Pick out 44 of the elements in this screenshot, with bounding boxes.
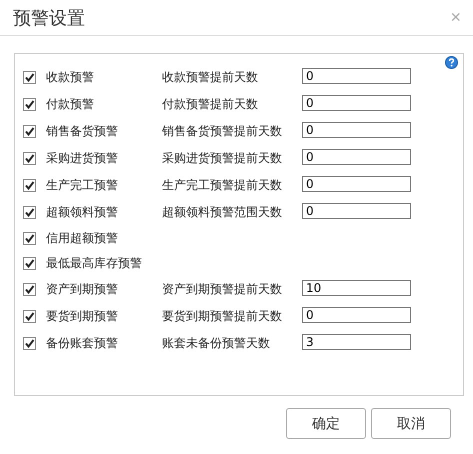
days-input[interactable]: 0 xyxy=(302,148,411,164)
days-input[interactable]: 10 xyxy=(302,280,411,296)
days-label: 资产到期预警提前天数 xyxy=(162,281,283,298)
days-label: 收款预警提前天数 xyxy=(162,69,259,86)
checkbox[interactable] xyxy=(23,232,36,245)
cancel-button[interactable]: 取消 xyxy=(371,408,451,439)
days-label: 生产完工预警提前天数 xyxy=(162,177,283,194)
checkbox-label: 销售备货预警 xyxy=(46,123,119,140)
checkbox-label: 要货到期预警 xyxy=(46,308,119,325)
checkbox-label: 采购进货预警 xyxy=(46,150,119,167)
days-input[interactable]: 0 xyxy=(302,94,411,110)
days-input[interactable]: 0 xyxy=(302,202,411,218)
checkbox-label: 资产到期预警 xyxy=(46,281,119,298)
checkbox-label: 最低最高库存预警 xyxy=(46,255,143,272)
checkbox[interactable] xyxy=(23,98,36,111)
checkbox-label: 收款预警 xyxy=(46,69,95,86)
checkbox-label: 生产完工预警 xyxy=(46,177,119,194)
help-icon[interactable] xyxy=(445,56,458,69)
days-label: 销售备货预警提前天数 xyxy=(162,123,283,140)
days-input[interactable]: 0 xyxy=(302,306,411,322)
checkbox[interactable] xyxy=(23,283,36,296)
checkbox[interactable] xyxy=(23,152,36,165)
checkbox[interactable] xyxy=(23,206,36,219)
checkbox-label: 超额领料预警 xyxy=(46,204,119,221)
window-title: 预警设置 xyxy=(13,6,85,30)
days-label: 付款预警提前天数 xyxy=(162,96,259,113)
days-label: 超额领料预警范围天数 xyxy=(162,204,283,221)
checkbox-label: 付款预警 xyxy=(46,96,95,113)
checkbox[interactable] xyxy=(23,310,36,323)
days-input[interactable]: 0 xyxy=(302,122,411,138)
checkbox[interactable] xyxy=(23,257,36,270)
checkbox-label: 备份账套预警 xyxy=(46,335,119,352)
days-label: 要货到期预警提前天数 xyxy=(162,308,283,325)
days-input[interactable]: 0 xyxy=(302,176,411,192)
days-input[interactable]: 3 xyxy=(302,334,411,350)
checkbox-label: 信用超额预警 xyxy=(46,230,119,247)
days-input[interactable]: 0 xyxy=(302,68,411,84)
checkbox[interactable] xyxy=(23,179,36,192)
ok-button[interactable]: 确定 xyxy=(286,408,366,439)
checkbox[interactable] xyxy=(23,337,36,350)
days-label: 账套未备份预警天数 xyxy=(162,335,271,352)
checkbox[interactable] xyxy=(23,71,36,84)
days-label: 采购进货预警提前天数 xyxy=(162,150,283,167)
checkbox[interactable] xyxy=(23,125,36,138)
